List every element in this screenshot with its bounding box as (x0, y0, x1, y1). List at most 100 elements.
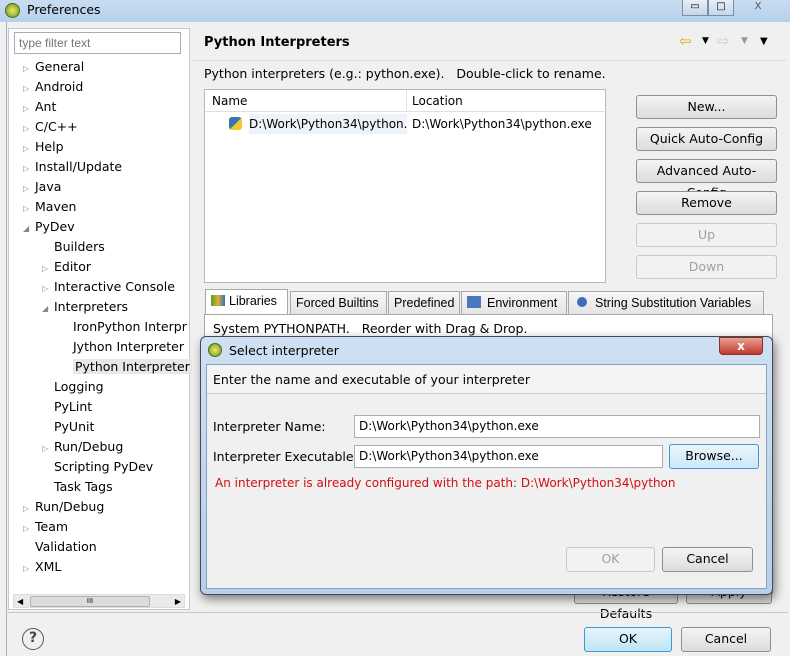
tab-environment[interactable]: Environment (461, 291, 567, 314)
expand-arrow-icon[interactable]: ▷ (23, 79, 35, 99)
python-icon (229, 117, 242, 130)
sidebar-item-label: PyUnit (54, 419, 95, 434)
tab-libraries[interactable]: Libraries (205, 289, 288, 314)
variables-icon (577, 297, 587, 307)
table-row[interactable]: D:\Work\Python34\python.exe D:\Work\Pyth… (227, 114, 607, 134)
tab-forced-builtins[interactable]: Forced Builtins (290, 291, 387, 314)
row-location: D:\Work\Python34\python.exe (412, 117, 592, 131)
sidebar-item-help[interactable]: ▷ Help (23, 137, 64, 157)
sidebar-item-label: Maven (35, 199, 77, 214)
view-menu-icon[interactable]: ▼ (760, 36, 768, 47)
sidebar-item-label: Java (35, 179, 62, 194)
sidebar-item-maven[interactable]: ▷ Maven (23, 197, 76, 217)
sidebar-item-general[interactable]: ▷ General (23, 57, 84, 77)
environment-icon (467, 296, 481, 308)
quick-auto-config-button[interactable]: Quick Auto-Config (636, 127, 777, 151)
sidebar-item-pylint[interactable]: PyLint (42, 397, 92, 417)
ok-button[interactable]: OK (584, 627, 672, 652)
eclipse-icon (5, 3, 20, 18)
sidebar-item-label: Interactive Console (54, 279, 175, 294)
expand-arrow-icon[interactable]: ▷ (42, 439, 54, 459)
expand-arrow-icon[interactable]: ▷ (23, 179, 35, 199)
expand-arrow-icon[interactable]: ▷ (23, 119, 35, 139)
expand-arrow-icon[interactable]: ▷ (42, 259, 54, 279)
dialog-close-button[interactable]: x (719, 337, 763, 355)
column-header-name[interactable]: Name (205, 90, 407, 112)
new-button[interactable]: New... (636, 95, 777, 119)
expand-arrow-icon[interactable]: ▷ (23, 559, 35, 579)
tab-string-substitution[interactable]: String Substitution Variables (568, 291, 764, 314)
browse-button[interactable]: Browse... (669, 444, 759, 469)
scroll-left-icon[interactable]: ◀ (17, 595, 23, 608)
remove-button[interactable]: Remove (636, 191, 777, 215)
sidebar-item-pydev[interactable]: ◢ PyDev (23, 217, 75, 237)
scroll-right-icon[interactable]: ▶ (175, 595, 181, 608)
libraries-icon (211, 295, 225, 306)
sidebar-item-builders[interactable]: Builders (42, 237, 105, 257)
dialog-cancel-button[interactable]: Cancel (662, 547, 753, 572)
sidebar-item-interpreters[interactable]: ◢ Interpreters (42, 297, 128, 317)
minimize-button[interactable]: ▭ (682, 0, 708, 16)
interpreter-name-input[interactable]: D:\Work\Python34\python.exe (354, 415, 760, 438)
expand-arrow-icon[interactable]: ▷ (23, 519, 35, 539)
horizontal-scrollbar[interactable]: ◀ III ▶ (13, 594, 185, 608)
sidebar-item-label: Android (35, 79, 84, 94)
expand-arrow-icon[interactable]: ▷ (23, 99, 35, 119)
sidebar-item-label: Install/Update (35, 159, 123, 174)
maximize-button[interactable]: □ (708, 0, 734, 16)
sidebar-item-label: General (35, 59, 85, 74)
column-header-location[interactable]: Location (407, 90, 607, 112)
sidebar-item-install-update[interactable]: ▷ Install/Update (23, 157, 122, 177)
sidebar-item-editor[interactable]: ▷ Editor (42, 257, 91, 277)
expand-arrow-icon[interactable]: ◢ (42, 299, 54, 319)
sidebar-item-pyunit[interactable]: PyUnit (42, 417, 94, 437)
expand-arrow-icon[interactable]: ▷ (23, 59, 35, 79)
down-button[interactable]: Down (636, 255, 777, 279)
sidebar-item-run-debug[interactable]: ▷ Run/Debug (42, 437, 123, 457)
advanced-auto-config-button[interactable]: Advanced Auto-Config (636, 159, 777, 200)
select-interpreter-dialog: Select interpreter x Enter the name and … (200, 336, 773, 595)
expand-arrow-icon[interactable]: ▷ (23, 499, 35, 519)
sidebar-item-java[interactable]: ▷ Java (23, 177, 61, 197)
sidebar-item-ironpython-interpr[interactable]: IronPython Interpr (61, 317, 187, 337)
sidebar-item-c-c-[interactable]: ▷ C/C++ (23, 117, 78, 137)
sidebar-item-jython-interpreter[interactable]: Jython Interpreter (61, 337, 184, 357)
scroll-thumb[interactable]: III (30, 596, 150, 607)
name-label: Interpreter Name: (213, 419, 326, 434)
sidebar-item-scripting-pydev[interactable]: Scripting PyDev (42, 457, 153, 477)
sidebar-item-task-tags[interactable]: Task Tags (42, 477, 113, 497)
sidebar-item-ant[interactable]: ▷ Ant (23, 97, 56, 117)
sidebar-item-run-debug[interactable]: ▷ Run/Debug (23, 497, 104, 517)
help-button[interactable]: ? (22, 628, 44, 650)
window-title: Preferences (27, 2, 101, 17)
sidebar-item-validation[interactable]: Validation (23, 537, 97, 557)
expand-arrow-icon[interactable]: ▷ (23, 159, 35, 179)
interpreter-executable-input[interactable]: D:\Work\Python34\python.exe (354, 445, 663, 468)
tab-predefined[interactable]: Predefined (388, 291, 460, 314)
sidebar-item-label: Scripting PyDev (54, 459, 154, 474)
expand-arrow-icon[interactable]: ◢ (23, 219, 35, 239)
sidebar-item-label: PyDev (35, 219, 75, 234)
expand-arrow-icon[interactable]: ▷ (23, 139, 35, 159)
sidebar-item-team[interactable]: ▷ Team (23, 517, 68, 537)
forward-icon[interactable]: ⇨ (717, 32, 730, 50)
sidebar-item-interactive-console[interactable]: ▷ Interactive Console (42, 277, 175, 297)
sidebar-item-label: Logging (54, 379, 104, 394)
sidebar-item-python-interpreter[interactable]: Python Interpreter (61, 357, 192, 377)
error-message: An interpreter is already configured wit… (215, 476, 676, 490)
close-button[interactable]: X (734, 0, 782, 16)
back-menu-icon[interactable]: ▼ (702, 36, 709, 46)
cancel-button[interactable]: Cancel (681, 627, 771, 652)
sidebar-item-xml[interactable]: ▷ XML (23, 557, 61, 577)
dialog-ok-button[interactable]: OK (566, 547, 655, 572)
back-icon[interactable]: ⇦ (679, 32, 692, 50)
sidebar-item-android[interactable]: ▷ Android (23, 77, 83, 97)
forward-menu-icon[interactable]: ▼ (741, 36, 748, 46)
expand-arrow-icon[interactable]: ▷ (23, 199, 35, 219)
expand-arrow-icon[interactable]: ▷ (42, 279, 54, 299)
filter-input[interactable] (14, 32, 181, 54)
sidebar-item-logging[interactable]: Logging (42, 377, 104, 397)
sidebar-item-label: Interpreters (54, 299, 129, 314)
sidebar-item-label: Ant (35, 99, 57, 114)
up-button[interactable]: Up (636, 223, 777, 247)
